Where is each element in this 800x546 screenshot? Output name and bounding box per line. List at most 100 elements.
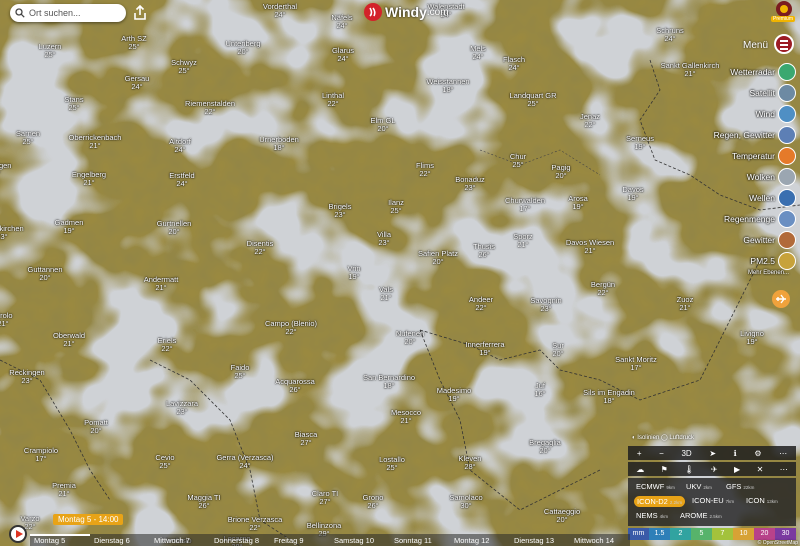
- layer-item[interactable]: Satellit: [749, 83, 796, 103]
- toolbar-button[interactable]: ✈: [711, 465, 718, 474]
- model-resolution: 2km: [703, 485, 712, 490]
- overlay-toggles[interactable]: ◐ Isolinien ◯ Luftdruck: [632, 434, 694, 441]
- city-temperature: 20°: [237, 47, 249, 56]
- toolbar-button[interactable]: ☁: [636, 465, 644, 474]
- more-layers-link[interactable]: Mehr Ebenen...: [748, 268, 792, 278]
- layer-item[interactable]: Gewitter: [743, 230, 796, 250]
- city-label: Nufenen 20°: [396, 330, 424, 346]
- time-badge[interactable]: Montag 5 - 14:00: [53, 514, 124, 525]
- share-icon[interactable]: [132, 4, 148, 22]
- search-bar[interactable]: Ort suchen...: [10, 4, 126, 22]
- model-name: ICON-D2: [637, 497, 668, 506]
- city-temperature: 24°: [239, 461, 251, 470]
- toolbar-button[interactable]: ⋯: [780, 465, 788, 474]
- city-label: Bonaduz 23°: [455, 176, 485, 192]
- layer-icon: [778, 126, 796, 144]
- toolbar-button[interactable]: ▶: [734, 465, 740, 474]
- model-resolution: 13km: [766, 499, 778, 504]
- layer-icon: [778, 147, 796, 165]
- timeline-day[interactable]: Dienstag 13: [514, 536, 554, 545]
- timeline-day[interactable]: Donnerstag 8: [214, 536, 259, 545]
- city-temperature: 16°: [534, 389, 546, 398]
- city-label: Innertkirchen23°: [0, 225, 24, 241]
- menu-label[interactable]: Menü: [743, 40, 768, 51]
- city-temperature: 25°: [22, 137, 34, 146]
- model-button[interactable]: ECMWF 9km: [636, 482, 675, 491]
- city-temperature: 22°: [249, 523, 261, 532]
- play-button[interactable]: [9, 525, 27, 543]
- timeline-day[interactable]: Montag 12: [454, 536, 489, 545]
- city-label: Premia 21°: [52, 482, 76, 498]
- city-label: Vorderthal 24°: [263, 3, 297, 19]
- city-temperature: 21°: [83, 178, 95, 187]
- city-temperature: 25°: [68, 103, 80, 112]
- city-label: Mels 24°: [470, 45, 486, 61]
- copyright: © OpenStreetMap: [757, 540, 798, 546]
- city-label: Sporz 21°: [513, 233, 533, 249]
- model-button[interactable]: UKV 2km: [686, 482, 712, 491]
- timeline-day[interactable]: Sonntag 11: [394, 536, 432, 545]
- premium-badge[interactable]: Premium: [771, 0, 796, 24]
- city-temperature: 28°: [464, 462, 476, 471]
- city-temperature: 26°: [198, 501, 210, 510]
- timeline-day[interactable]: Freitag 9: [274, 536, 304, 545]
- city-name: Meiringen: [0, 161, 12, 170]
- city-label: Weisstannen 18°: [426, 78, 469, 94]
- model-button[interactable]: ICON-EU 7km: [692, 496, 734, 505]
- model-name: UKV: [686, 482, 702, 491]
- city-temperature: 21°: [0, 319, 9, 328]
- toolbar-button[interactable]: +: [637, 449, 642, 458]
- airplane-icon[interactable]: [772, 290, 790, 308]
- toolbar-button[interactable]: ✕: [757, 465, 764, 474]
- toggle-isolines-label[interactable]: Isolinien: [637, 435, 659, 441]
- timeline-day[interactable]: Dienstag 6: [94, 536, 130, 545]
- timeline[interactable]: Montag 5 Dienstag 6 Mittwoch 7 Donnerstag 8…: [30, 534, 630, 546]
- model-button[interactable]: NEMS 4km: [636, 511, 668, 520]
- layer-icon: [778, 63, 796, 81]
- city-temperature: 30°: [460, 501, 472, 510]
- city-temperature: 19°: [479, 348, 491, 357]
- toolbar-button[interactable]: ℹ: [734, 449, 737, 458]
- city-temperature: 27°: [300, 438, 312, 447]
- city-temperature: 24°: [174, 145, 186, 154]
- timeline-day[interactable]: Mittwoch 7: [154, 536, 190, 545]
- city-temperature: 21°: [400, 416, 412, 425]
- logo-suffix: .com: [426, 6, 449, 18]
- layer-item[interactable]: Wolken: [747, 167, 796, 187]
- search-input[interactable]: Ort suchen...: [29, 8, 81, 18]
- model-resolution: 4km: [659, 514, 669, 519]
- toggle-pressure-label[interactable]: Luftdruck: [669, 435, 694, 441]
- city-label: Flims 22°: [416, 162, 434, 178]
- toolbar-button[interactable]: ⚙: [754, 449, 761, 458]
- city-label: Biasca 27°: [295, 431, 318, 447]
- layer-item[interactable]: Regenmenge: [724, 209, 796, 229]
- city-label: Andermatt 21°: [144, 276, 179, 292]
- model-button[interactable]: GFS 22km: [726, 482, 754, 491]
- toolbar-button[interactable]: −: [659, 449, 664, 458]
- city-temperature: 22°: [254, 247, 266, 256]
- layer-item[interactable]: Wellen: [749, 188, 796, 208]
- toolbar-button[interactable]: ⋯: [779, 449, 787, 458]
- menu-button[interactable]: [774, 34, 794, 54]
- model-button[interactable]: ICON 13km: [746, 496, 778, 505]
- model-button[interactable]: ICON-D2 2.2km: [634, 496, 686, 507]
- layer-item[interactable]: Temperatur: [732, 146, 796, 166]
- layer-item[interactable]: Regen, Gewitter: [714, 125, 796, 145]
- toolbar-button[interactable]: ➤: [709, 449, 716, 458]
- timeline-day[interactable]: Samstag 10: [334, 536, 374, 545]
- timeline-day[interactable]: Mittwoch 14: [574, 536, 614, 545]
- city-label: Vals 21°: [379, 286, 393, 302]
- city-temperature: 21°: [380, 293, 392, 302]
- model-button[interactable]: AROME 2.5km: [680, 511, 722, 520]
- toolbar-button[interactable]: 3D: [681, 449, 691, 458]
- city-label: Faido 25°: [231, 364, 250, 380]
- layer-item[interactable]: Wetterradar: [730, 62, 796, 82]
- layer-item[interactable]: Wind: [756, 104, 796, 124]
- city-temperature: 23°: [21, 376, 33, 385]
- city-label: Kleven 28°: [459, 455, 482, 471]
- timeline-day[interactable]: Montag 5: [34, 536, 65, 545]
- toolbar-button[interactable]: 🌡: [684, 465, 694, 474]
- model-resolution: 9km: [666, 485, 675, 490]
- toolbar-button[interactable]: ⚑: [661, 465, 668, 474]
- city-label: Brione Verzasca 22°: [228, 516, 283, 532]
